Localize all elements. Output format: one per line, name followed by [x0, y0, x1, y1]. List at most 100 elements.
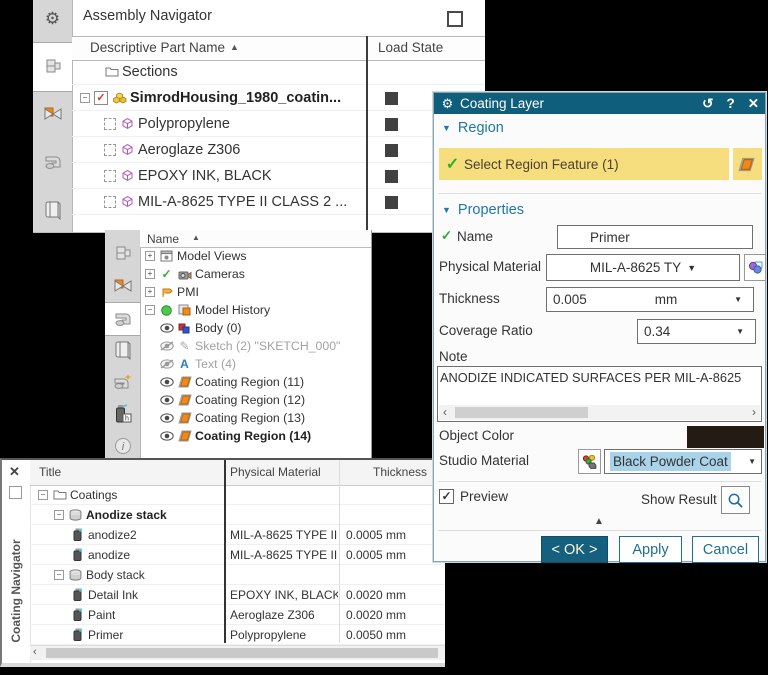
physical-material-dropdown[interactable]: MIL-A-8625 TY ▼	[546, 254, 740, 281]
part-nav-tree-row[interactable]: AText (4)	[140, 355, 371, 373]
scrollbar-thumb[interactable]	[455, 407, 588, 418]
properties-section-header[interactable]: ▼ Properties	[442, 202, 524, 218]
region-patch-icon	[738, 157, 755, 172]
note-scrollbar[interactable]: ‹ ›	[439, 405, 760, 420]
column-header-part-name[interactable]: Descriptive Part Name	[90, 40, 225, 55]
assembly-tree-row[interactable]: Polypropylene	[72, 111, 485, 137]
assembly-tree-row[interactable]: Sections	[72, 59, 485, 85]
sidebar-tab-notes[interactable]	[33, 186, 72, 234]
sidebar-tab-constraint-navigator[interactable]	[33, 90, 72, 138]
restore-box-icon[interactable]	[447, 11, 463, 27]
expander-icon[interactable]: −	[145, 305, 155, 315]
ok-button[interactable]: < OK >	[541, 536, 608, 563]
scroll-left-arrow[interactable]: ‹	[33, 646, 37, 658]
close-icon[interactable]: ✕	[748, 96, 759, 112]
part-nav-tree-row[interactable]: +PMI	[140, 283, 371, 301]
expander-icon[interactable]: −	[38, 490, 48, 500]
sidebar-tab-notes[interactable]	[105, 334, 140, 366]
scroll-left-arrow[interactable]: ‹	[443, 405, 447, 419]
part-nav-tree-row[interactable]: +Model Views	[140, 247, 371, 265]
sort-ascending-icon[interactable]: ▲	[192, 233, 200, 242]
coating-table-row[interactable]: − Coatings	[30, 485, 445, 505]
sidebar-tab-reuse-library[interactable]	[105, 366, 140, 398]
scrollbar-thumb[interactable]	[46, 648, 438, 658]
apply-button[interactable]: Apply	[619, 536, 682, 563]
sidebar-tab-part-navigator[interactable]	[33, 138, 72, 186]
column-header-name[interactable]: Name	[147, 232, 179, 246]
part-nav-tree-row[interactable]: +✓Cameras	[140, 265, 371, 283]
gear-icon[interactable]: ⚙	[33, 2, 72, 36]
part-nav-tree-row[interactable]: ✎Sketch (2) "SKETCH_000"	[140, 337, 371, 355]
coverage-ratio-dropdown[interactable]: 0.34 ▼	[637, 319, 756, 344]
part-nav-tree-row[interactable]: Coating Region (12)	[140, 391, 371, 409]
sidebar-tab-assembly-navigator[interactable]	[33, 42, 72, 92]
thickness-input[interactable]: 0.005 mm ▼	[546, 287, 754, 312]
assign-material-button[interactable]	[744, 254, 766, 281]
select-region-row[interactable]: ✓ Select Region Feature (1)	[439, 148, 729, 180]
column-header-title[interactable]: Title	[39, 465, 61, 479]
studio-material-button[interactable]	[578, 449, 601, 474]
coating-table-row[interactable]: anodizeMIL-A-8625 TYPE II CLAS...0.0005 …	[30, 545, 445, 565]
assembly-tree-row[interactable]: −✓SimrodHousing_1980_coatin...	[72, 85, 485, 111]
checkbox-checked-icon[interactable]: ✓	[94, 91, 108, 105]
assembly-tree-row[interactable]: EPOXY INK, BLACK	[72, 163, 485, 189]
column-divider[interactable]	[366, 36, 368, 232]
column-divider-light[interactable]	[339, 460, 340, 643]
coating-table-row[interactable]: Detail InkEPOXY INK, BLACK0.0020 mm	[30, 585, 445, 605]
coating-table-row[interactable]: PaintAeroglaze Z3060.0020 mm	[30, 605, 445, 625]
expander-icon[interactable]: −	[54, 570, 64, 580]
sidebar-tab-constraint-navigator[interactable]	[105, 270, 140, 302]
preview-checkbox[interactable]: ✓	[439, 489, 454, 504]
expander-icon[interactable]: +	[145, 269, 155, 279]
expander-icon[interactable]: −	[80, 93, 90, 103]
coating-nav-strip: ✕ Coating Navigator	[2, 460, 31, 663]
thickness-unit[interactable]: mm	[655, 292, 678, 307]
studio-material-dropdown[interactable]: Black Powder Coat ▼	[604, 449, 762, 474]
expander-icon[interactable]: +	[145, 287, 155, 297]
selection-box-icon[interactable]	[104, 196, 116, 208]
scroll-right-arrow[interactable]: ›	[752, 405, 756, 419]
column-divider-dark[interactable]	[224, 460, 226, 643]
part-nav-tree-row[interactable]: Body (0)	[140, 319, 371, 337]
help-icon[interactable]: ?	[726, 96, 734, 112]
name-input[interactable]: Primer	[557, 225, 753, 249]
selection-box-icon[interactable]	[104, 170, 116, 182]
dialog-collapse-icon[interactable]: ▲	[594, 516, 604, 527]
sidebar-tab-part-navigator[interactable]	[105, 302, 140, 336]
sidebar-tab-assembly-navigator[interactable]	[105, 238, 140, 270]
column-header-physical-material[interactable]: Physical Material	[230, 465, 321, 479]
region-section-header[interactable]: ▼ Region	[442, 120, 504, 136]
coating-table-row[interactable]: −Anodize stack	[30, 505, 445, 525]
sidebar-tab-coating-navigator[interactable]: h	[105, 398, 140, 430]
close-icon[interactable]: ✕	[9, 464, 20, 480]
pin-checkbox[interactable]	[9, 486, 22, 499]
expander-icon[interactable]: +	[145, 251, 155, 261]
cancel-button[interactable]: Cancel	[692, 536, 759, 563]
coverage-ratio-label: Coverage Ratio	[439, 323, 533, 338]
assembly-tree-row[interactable]: Aeroglaze Z306	[72, 137, 485, 163]
coating-table-row[interactable]: anodize2MIL-A-8625 TYPE II CLAS...0.0005…	[30, 525, 445, 545]
part-nav-tree-row[interactable]: Coating Region (14)	[140, 427, 371, 445]
part-nav-tree-row[interactable]: −Model History	[140, 301, 371, 319]
show-result-button[interactable]	[721, 486, 750, 514]
selection-box-icon[interactable]	[104, 144, 116, 156]
row-title: Coatings	[70, 488, 117, 502]
part-nav-tree-row[interactable]: Coating Region (13)	[140, 409, 371, 427]
region-feature-button[interactable]	[733, 148, 762, 180]
note-textarea[interactable]: ANODIZE INDICATED SURFACES PER MIL-A-862…	[437, 366, 762, 422]
dialog-titlebar[interactable]: ⚙ Coating Layer ↺ ? ✕	[434, 93, 765, 114]
camera-icon	[177, 269, 192, 280]
selection-box-icon[interactable]	[104, 118, 116, 130]
column-header-load-state[interactable]: Load State	[378, 40, 443, 55]
studio-material-label: Studio Material	[439, 453, 529, 468]
column-header-thickness[interactable]: Thickness	[373, 465, 427, 479]
part-nav-tree-row[interactable]: Coating Region (11)	[140, 373, 371, 391]
horizontal-scrollbar[interactable]: ‹	[30, 645, 445, 660]
expander-icon[interactable]: −	[54, 510, 64, 520]
assembly-tree-row[interactable]: MIL-A-8625 TYPE II CLASS 2 ...	[72, 189, 485, 215]
coating-table-row[interactable]: −Body stack	[30, 565, 445, 585]
reset-icon[interactable]: ↺	[702, 96, 713, 112]
object-color-swatch[interactable]	[687, 426, 764, 448]
sort-ascending-icon[interactable]: ▲	[230, 42, 239, 52]
coating-table-row[interactable]: PrimerPolypropylene0.0050 mm	[30, 625, 445, 645]
